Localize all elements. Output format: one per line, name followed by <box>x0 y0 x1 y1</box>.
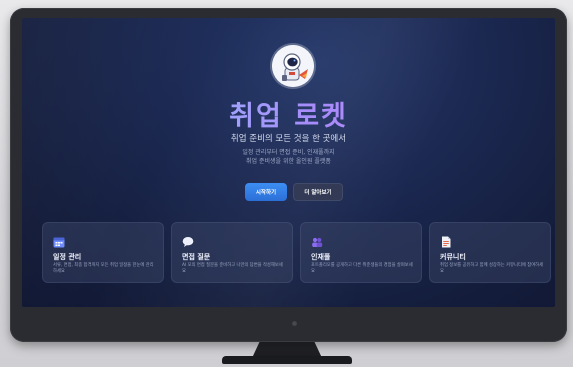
feature-title: 일정 관리 <box>53 253 82 261</box>
monitor-power-dot <box>291 320 298 327</box>
hero-description-line: 일정 관리부터 면접 준비, 인재풀까지 <box>242 149 335 156</box>
hero-title: 취업 로켓 <box>22 94 555 133</box>
feature-title: 커뮤니티 <box>440 253 466 261</box>
astronaut-logo-icon <box>272 45 314 87</box>
feature-card-community[interactable]: 커뮤니티 취업 정보를 공유하고 함께 성장하는 커뮤니티에 참여하세요 <box>429 222 551 283</box>
feature-description: 서류, 면접, 최종 합격까지 모든 취업 일정을 한눈에 관리하세요 <box>53 263 154 274</box>
feature-title: 인재풀 <box>311 253 331 261</box>
feature-description: 포트폴리오를 공개하고 다른 취준생들의 경험을 살펴보세요 <box>311 263 413 274</box>
feature-card-talent-pool[interactable]: 인재풀 포트폴리오를 공개하고 다른 취준생들의 경험을 살펴보세요 <box>300 222 422 283</box>
speech-bubble-icon <box>182 233 194 247</box>
app-screen: 취업 로켓 취업 준비의 모든 것을 한 곳에서 일정 관리부터 면접 준비, … <box>22 18 555 307</box>
start-button-label: 시작하기 <box>255 190 277 196</box>
feature-card-interview[interactable]: 면접 질문 AI 모의 면접 질문을 준비하고 나만의 답변을 작성해보세요 <box>171 222 293 283</box>
hero-description-line: 취업 준비생을 위한 올인원 플랫폼 <box>246 158 331 165</box>
people-icon <box>311 233 323 247</box>
start-button[interactable]: 시작하기 <box>245 183 287 201</box>
document-icon <box>440 233 452 248</box>
calendar-icon <box>53 233 65 248</box>
feature-description: AI 모의 면접 질문을 준비하고 나만의 답변을 작성해보세요 <box>182 263 283 274</box>
hero-description: 일정 관리부터 면접 준비, 인재풀까지 취업 준비생을 위한 올인원 플랫폼 <box>22 148 555 166</box>
feature-title: 면접 질문 <box>182 253 211 261</box>
hero-subtitle: 취업 준비의 모든 것을 한 곳에서 <box>230 134 347 144</box>
learn-more-button-label: 더 알아보기 <box>304 190 332 196</box>
feature-card-schedule[interactable]: 일정 관리 서류, 면접, 최종 합격까지 모든 취업 일정을 한눈에 관리하세… <box>42 222 164 283</box>
learn-more-button[interactable]: 더 알아보기 <box>293 183 343 201</box>
feature-description: 취업 정보를 공유하고 함께 성장하는 커뮤니티에 참여하세요 <box>440 263 544 274</box>
monitor-stand-base <box>222 356 352 364</box>
